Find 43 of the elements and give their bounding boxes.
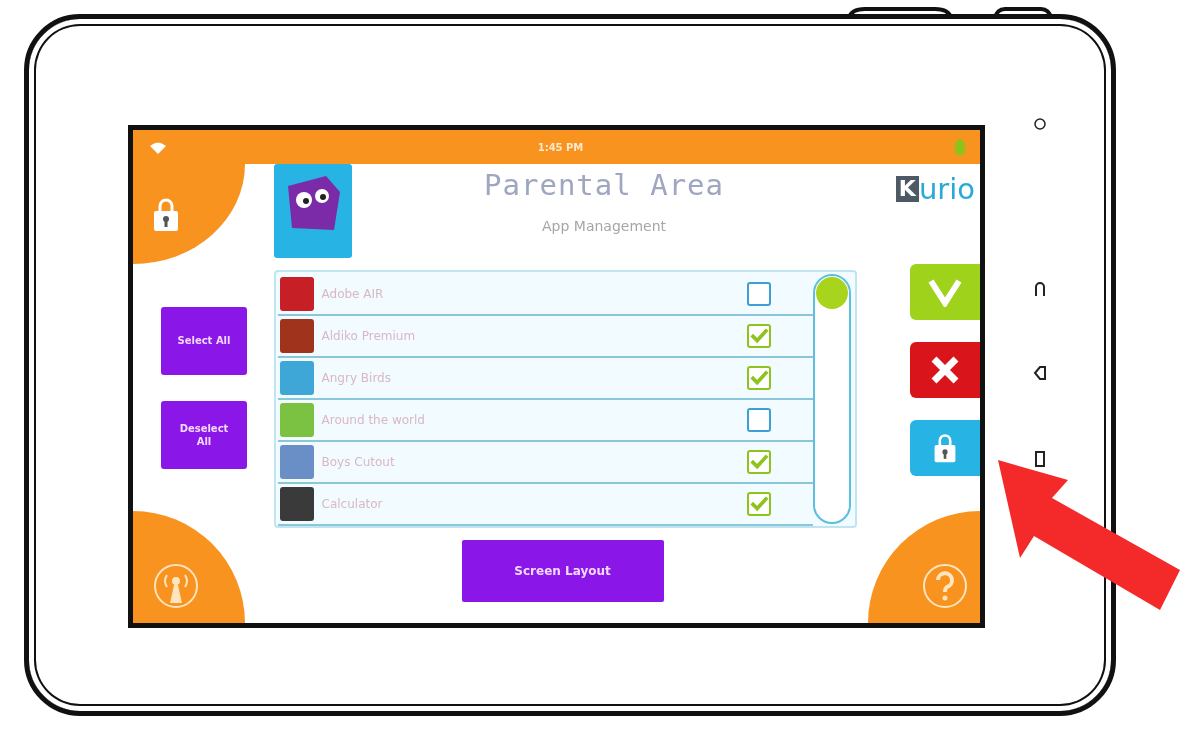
app-checkbox[interactable] (746, 324, 771, 348)
app-row[interactable]: Calculator (277, 484, 813, 526)
app-name: Aldiko Premium (321, 329, 417, 343)
confirm-button[interactable] (910, 264, 980, 320)
app-row[interactable]: Boys Cutout (277, 442, 813, 484)
back-icon[interactable] (1033, 365, 1047, 381)
app-row[interactable]: Angry Birds (277, 358, 813, 400)
app-name: Angry Birds (321, 371, 392, 385)
menu-icon[interactable] (1034, 451, 1046, 467)
select-button[interactable]: Select All (161, 306, 247, 375)
page-title: Parental Area (484, 168, 725, 202)
avatar-tile[interactable] (273, 164, 352, 258)
app-checkbox[interactable] (746, 366, 771, 390)
screen-layout-button[interactable]: Screen Layout (461, 540, 664, 602)
app-checkbox[interactable] (746, 282, 771, 306)
app-checkbox[interactable] (746, 408, 771, 432)
lock-button[interactable] (910, 420, 980, 476)
help-icon[interactable] (922, 563, 968, 609)
wifi-icon (149, 140, 167, 154)
app-checkbox[interactable] (746, 450, 771, 474)
close-icon (929, 354, 961, 386)
lock-icon (151, 196, 181, 232)
select-button[interactable]: Deselect All (161, 400, 247, 469)
cancel-button[interactable] (910, 342, 980, 398)
home-icon[interactable] (1034, 281, 1046, 297)
app-name: Adobe AIR (321, 287, 385, 301)
kurio-logo: K urio (895, 174, 975, 204)
app-checkbox[interactable] (746, 492, 771, 516)
app-row[interactable]: Adobe AIR (277, 274, 813, 316)
app-row[interactable]: Around the world (277, 400, 813, 442)
app-name: Boys Cutout (321, 455, 396, 469)
check-icon (927, 277, 963, 307)
app-name: Calculator (321, 497, 384, 511)
camera-icon (1033, 117, 1047, 131)
status-time: 1:45 PM (537, 141, 584, 153)
lock-icon (932, 432, 958, 464)
scrollbar-track[interactable] (812, 274, 851, 524)
app-row[interactable]: Aldiko Premium (277, 316, 813, 358)
battery-icon (954, 139, 966, 155)
scrollbar-thumb[interactable] (815, 277, 848, 309)
broadcast-icon[interactable] (153, 563, 199, 609)
page-subtitle: App Management (542, 218, 667, 234)
app-name: Around the world (321, 413, 426, 427)
